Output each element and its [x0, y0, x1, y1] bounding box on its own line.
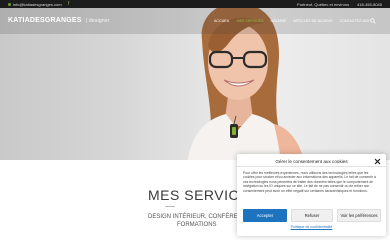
hero-section: KATIADESGRANGES | designer ACCUEIL MES S…: [0, 8, 390, 160]
cookie-title: Gérer le consentement aux cookies: [275, 159, 348, 164]
logo-text: KATIADESGRANGES: [8, 17, 82, 24]
cookie-divider: [237, 166, 386, 167]
nav-item-accueil[interactable]: ACCUEIL: [214, 19, 230, 23]
email-icon: [8, 2, 11, 6]
nav-item-services[interactable]: MES SERVICES: [237, 19, 264, 23]
top-info-bar: info@katiadesgranges.com f Portneuf, Qué…: [0, 0, 390, 8]
nav-item-contact[interactable]: CONTACTEZ-MOI: [340, 19, 370, 23]
services-section: MES SERVICES DESIGN INTÉRIEUR, CONFÉRENC…: [0, 160, 264, 240]
facebook-icon[interactable]: f: [68, 1, 69, 7]
logo-subtitle: | designer: [85, 18, 110, 24]
nav-item-blogue[interactable]: ARTICLES DE BLOGUE: [293, 19, 332, 23]
cookie-consent-dialog: Gérer le consentement aux cookies Pour o…: [237, 154, 386, 236]
location-text: Portneuf, Québec et environs: [297, 1, 350, 7]
services-tagline-2: FORMATIONS: [177, 222, 217, 228]
preferences-button[interactable]: Voir les préférences: [337, 209, 381, 222]
site-logo[interactable]: KATIADESGRANGES | designer: [8, 17, 110, 24]
refuse-button[interactable]: Refuser: [291, 209, 333, 222]
email-contact[interactable]: info@katiadesgranges.com: [8, 2, 62, 7]
cookie-body-text: Pour offrir les meilleures expériences, …: [243, 171, 376, 193]
close-icon[interactable]: [374, 158, 381, 165]
search-icon[interactable]: [370, 18, 376, 24]
email-text[interactable]: info@katiadesgranges.com: [13, 2, 62, 7]
main-nav: ACCUEIL MES SERVICES GALERIE ARTICLES DE…: [214, 19, 369, 23]
phone-text[interactable]: 418-455-8045: [357, 2, 382, 7]
title-divider: [165, 206, 175, 207]
nav-item-galerie[interactable]: GALERIE: [270, 19, 286, 23]
accept-button[interactable]: Accepter: [243, 209, 287, 222]
privacy-policy-link[interactable]: Politique de confidentialité: [237, 225, 386, 229]
